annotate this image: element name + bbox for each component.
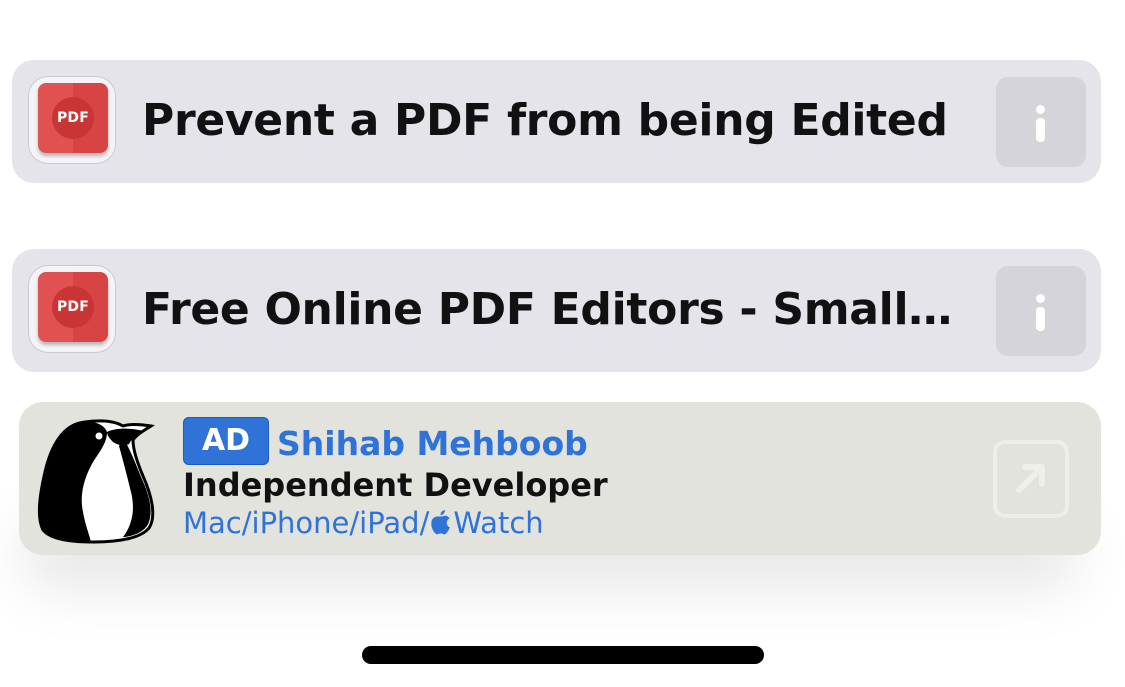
pdf-badge: PDF bbox=[52, 286, 94, 328]
ad-card[interactable]: AD Shihab Mehboob Independent Developer … bbox=[19, 402, 1101, 555]
info-icon bbox=[1036, 307, 1045, 331]
info-icon bbox=[1036, 118, 1045, 142]
pdf-app-icon: PDF bbox=[28, 76, 116, 164]
info-icon-dot bbox=[1036, 105, 1045, 114]
ad-subtitle: Independent Developer bbox=[183, 466, 608, 504]
result-title: Prevent a PDF from being Edited bbox=[142, 95, 948, 146]
ad-platforms-text: Mac/iPhone/iPad/ bbox=[183, 506, 430, 540]
pdf-icon-tile: PDF bbox=[38, 83, 108, 153]
search-result-card[interactable]: PDF Prevent a PDF from being Edited bbox=[12, 60, 1101, 183]
search-result-card[interactable]: PDF Free Online PDF Editors - Small… bbox=[12, 249, 1101, 372]
pdf-icon-tile: PDF bbox=[38, 272, 108, 342]
penguin-icon bbox=[37, 419, 155, 544]
pdf-badge: PDF bbox=[52, 97, 94, 139]
ad-developer-name: Shihab Mehboob bbox=[277, 424, 588, 463]
apple-logo-icon bbox=[431, 510, 451, 535]
pdf-app-icon: PDF bbox=[28, 265, 116, 353]
info-icon-dot bbox=[1036, 294, 1045, 303]
info-button[interactable] bbox=[996, 266, 1086, 356]
open-external-button[interactable] bbox=[993, 440, 1069, 518]
home-indicator[interactable] bbox=[362, 646, 764, 664]
ad-platforms-watch: Watch bbox=[453, 506, 544, 540]
info-button[interactable] bbox=[996, 77, 1086, 167]
ad-badge: AD bbox=[183, 417, 269, 465]
result-title: Free Online PDF Editors - Small… bbox=[142, 284, 952, 335]
ad-platforms: Mac/iPhone/iPad/Watch bbox=[183, 504, 544, 542]
arrow-up-right-icon bbox=[1016, 464, 1045, 493]
